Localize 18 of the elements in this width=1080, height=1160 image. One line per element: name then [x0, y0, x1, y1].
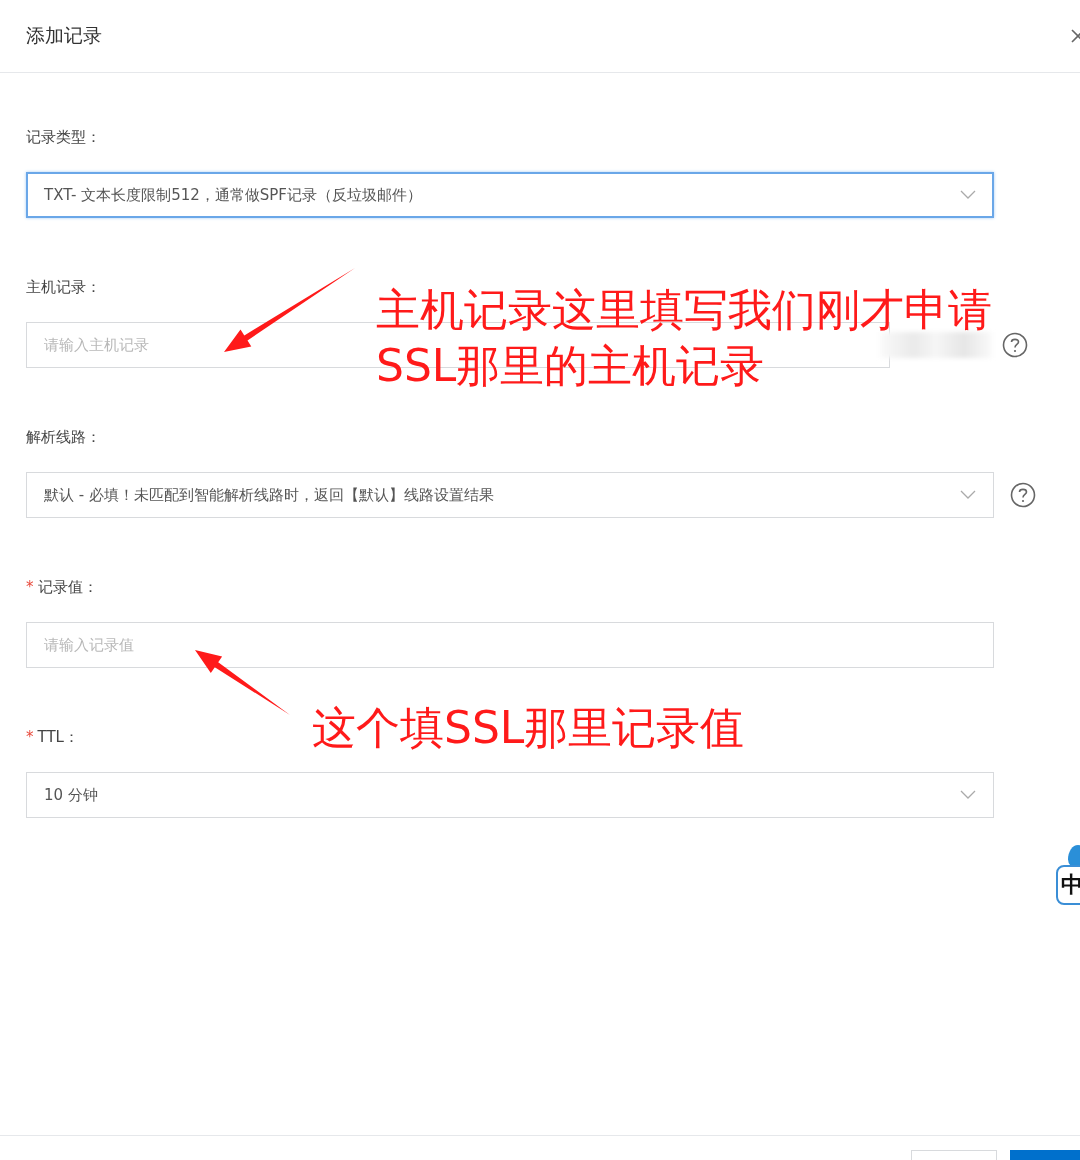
- field-label: 记录类型：: [26, 127, 101, 147]
- field-label: 主机记录：: [26, 277, 101, 297]
- annotation-text: 这个填SSL那里记录值: [312, 701, 745, 755]
- required-mark: *: [26, 728, 34, 746]
- input-field[interactable]: 请输入记录值: [26, 622, 994, 668]
- required-mark: *: [26, 578, 34, 596]
- chevron-down-icon: [960, 490, 976, 500]
- select-field[interactable]: 10 分钟: [26, 772, 994, 818]
- help-icon[interactable]: [1010, 482, 1036, 508]
- dialog-title: 添加记录: [26, 23, 102, 48]
- field-label: 记录值：: [37, 577, 98, 597]
- chevron-down-icon: [960, 190, 976, 200]
- select-field[interactable]: 默认 - 必填！未匹配到智能解析线路时，返回【默认】线路设置结果: [26, 472, 994, 518]
- field-label: TTL：: [37, 727, 79, 747]
- chevron-down-icon: [960, 790, 976, 800]
- field-label: 解析线路：: [26, 427, 101, 447]
- help-icon[interactable]: [1002, 332, 1028, 358]
- select-field[interactable]: TXT- 文本长度限制512，通常做SPF记录（反垃圾邮件）: [26, 172, 994, 218]
